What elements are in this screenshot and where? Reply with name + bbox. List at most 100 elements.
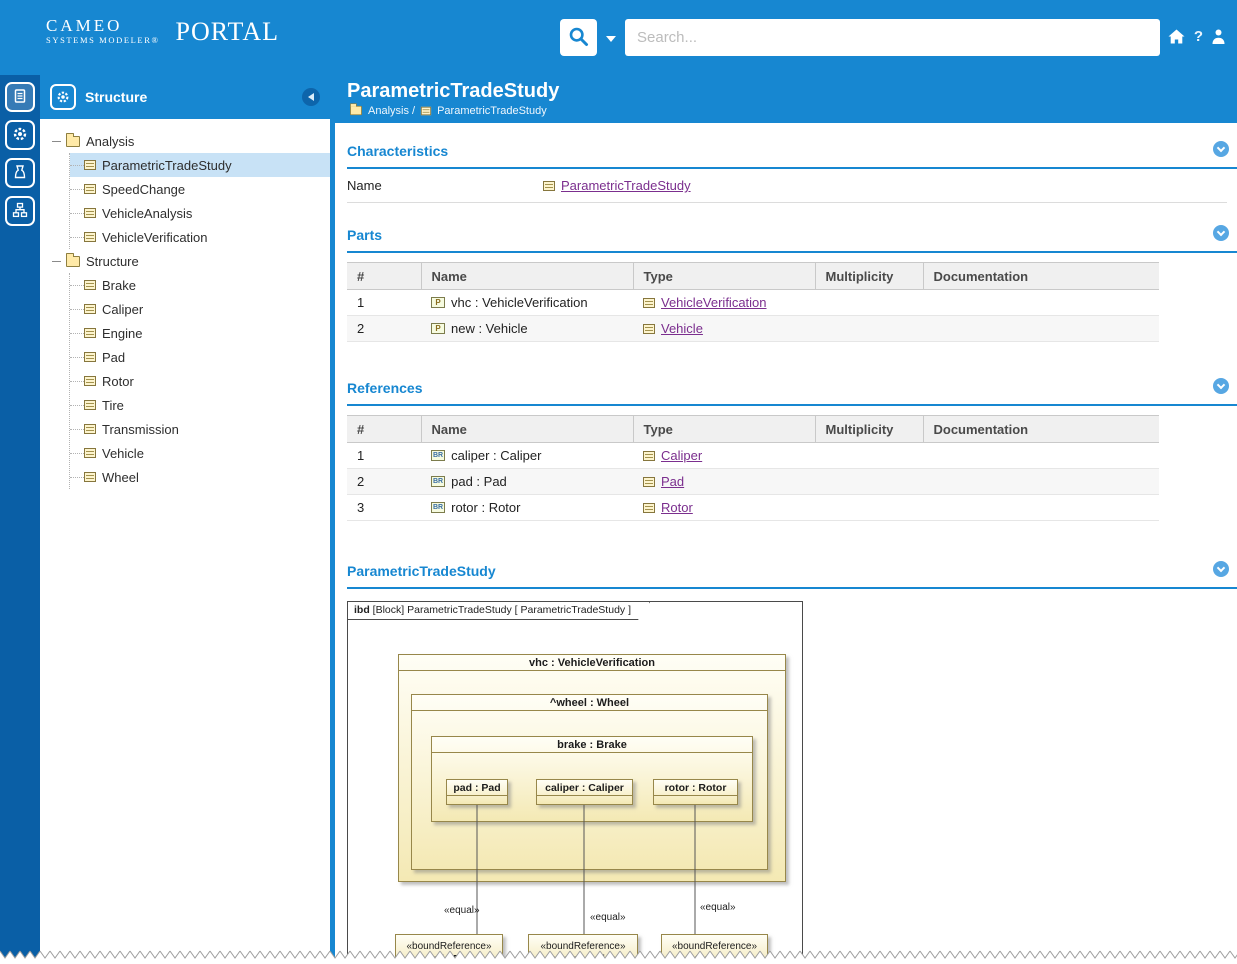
reference-name: pad : Pad bbox=[451, 474, 507, 489]
tree-item-analysis[interactable]: Analysis bbox=[52, 129, 330, 153]
tree-guide bbox=[70, 429, 84, 430]
diagram-frame-text: [Block] ParametricTradeStudy [ Parametri… bbox=[373, 604, 631, 616]
collapse-handle-icon[interactable] bbox=[52, 141, 64, 142]
tree-item-speedchange[interactable]: SpeedChange bbox=[70, 177, 330, 201]
element-link[interactable]: ParametricTradeStudy bbox=[561, 178, 691, 193]
tree-guide bbox=[70, 237, 84, 238]
block-icon bbox=[84, 208, 96, 218]
block-icon bbox=[84, 448, 96, 458]
block-icon bbox=[84, 184, 96, 194]
chevron-down-icon[interactable] bbox=[1213, 378, 1229, 394]
tree-guide bbox=[70, 309, 84, 310]
folder-icon bbox=[350, 106, 362, 115]
characteristic-label: Name bbox=[347, 178, 543, 193]
block-icon bbox=[421, 106, 431, 115]
part-label: rotor : Rotor bbox=[654, 780, 737, 796]
column-header-documentation: Documentation bbox=[923, 263, 1159, 290]
tree-item-tire[interactable]: Tire bbox=[70, 393, 330, 417]
multiplicity-cell bbox=[815, 316, 923, 342]
diagram-part-rotor[interactable]: rotor : Rotor bbox=[653, 779, 738, 805]
tree-item-label: Rotor bbox=[102, 374, 134, 389]
user-icon[interactable] bbox=[1212, 29, 1225, 44]
diagram-part-pad[interactable]: pad : Pad bbox=[446, 779, 508, 805]
chevron-down-icon[interactable] bbox=[1213, 561, 1229, 577]
type-link[interactable]: Caliper bbox=[661, 448, 702, 463]
documentation-cell bbox=[923, 290, 1159, 316]
sidebar-collapse-button[interactable] bbox=[302, 88, 320, 106]
tree-item-structure[interactable]: Structure bbox=[52, 249, 330, 273]
tree-item-rotor[interactable]: Rotor bbox=[70, 369, 330, 393]
help-icon[interactable]: ? bbox=[1194, 28, 1203, 45]
column-header-name: Name bbox=[421, 416, 633, 443]
tree-item-label: ParametricTradeStudy bbox=[102, 158, 232, 173]
search-icon bbox=[568, 26, 589, 50]
tree-item-parametrictradestudy[interactable]: ParametricTradeStudy bbox=[70, 153, 330, 177]
tree-guide bbox=[70, 165, 84, 166]
section-header-diagram: ParametricTradeStudy bbox=[347, 555, 1237, 589]
hierarchy-icon bbox=[12, 202, 28, 221]
section-title: References bbox=[347, 380, 423, 396]
tree-item-engine[interactable]: Engine bbox=[70, 321, 330, 345]
structure-sidebar: Structure Analysis ParametricTradeStudy bbox=[40, 75, 335, 964]
logo-line2: SYSTEMS MODELER® bbox=[46, 36, 160, 46]
section-header-characteristics: Characteristics bbox=[347, 135, 1237, 169]
document-view-button[interactable] bbox=[5, 82, 35, 112]
left-icon-strip bbox=[0, 75, 40, 964]
table-row: 1 Pvhc : VehicleVerification VehicleVeri… bbox=[347, 290, 1159, 316]
structure-view-button[interactable] bbox=[5, 196, 35, 226]
collapse-handle-icon[interactable] bbox=[52, 261, 64, 262]
model-tree: Analysis ParametricTradeStudy SpeedChang… bbox=[40, 119, 330, 964]
tree-item-wheel[interactable]: Wheel bbox=[70, 465, 330, 489]
home-icon[interactable] bbox=[1168, 29, 1185, 44]
tree-guide bbox=[70, 285, 84, 286]
body-row: Structure Analysis ParametricTradeStudy bbox=[0, 75, 1237, 964]
block-icon bbox=[643, 477, 655, 487]
block-icon bbox=[84, 280, 96, 290]
chevron-down-icon[interactable] bbox=[1213, 141, 1229, 157]
sidebar-header: Structure bbox=[40, 75, 330, 119]
logo-product: PORTAL bbox=[176, 19, 279, 45]
structure-gear-icon bbox=[50, 84, 76, 110]
type-link[interactable]: Vehicle bbox=[661, 321, 703, 336]
parts-table: # Name Type Multiplicity Documentation 1… bbox=[347, 262, 1159, 342]
part-label: ^wheel : Wheel bbox=[412, 695, 767, 711]
tree-item-pad[interactable]: Pad bbox=[70, 345, 330, 369]
row-num: 2 bbox=[347, 316, 421, 342]
multiplicity-cell bbox=[815, 495, 923, 521]
tree-item-label: Caliper bbox=[102, 302, 143, 317]
tree-item-label: VehicleAnalysis bbox=[102, 206, 192, 221]
search-options-caret-icon[interactable] bbox=[606, 36, 616, 47]
chevron-down-icon[interactable] bbox=[1213, 225, 1229, 241]
diagram-frame-label: ibd [Block] ParametricTradeStudy [ Param… bbox=[348, 602, 650, 620]
tree-item-vehicleverification[interactable]: VehicleVerification bbox=[70, 225, 330, 249]
documentation-cell bbox=[923, 316, 1159, 342]
settings-button[interactable] bbox=[5, 120, 35, 150]
search-button[interactable] bbox=[560, 19, 597, 56]
model-view-button[interactable] bbox=[5, 158, 35, 188]
tree-guide bbox=[70, 189, 84, 190]
block-icon bbox=[543, 181, 555, 191]
type-link[interactable]: VehicleVerification bbox=[661, 295, 767, 310]
chevron-left-icon bbox=[304, 93, 314, 101]
diagram-part-caliper[interactable]: caliper : Caliper bbox=[536, 779, 633, 805]
connector-label-equal: «equal» bbox=[444, 905, 480, 916]
page-header: ParametricTradeStudy Analysis / Parametr… bbox=[335, 75, 1237, 123]
tree-item-vehicle[interactable]: Vehicle bbox=[70, 441, 330, 465]
breadcrumb-parent[interactable]: Analysis / bbox=[368, 105, 415, 117]
search-input[interactable] bbox=[625, 19, 1160, 56]
tree-guide bbox=[70, 357, 84, 358]
column-header-multiplicity: Multiplicity bbox=[815, 263, 923, 290]
tree-item-brake[interactable]: Brake bbox=[70, 273, 330, 297]
part-label: vhc : VehicleVerification bbox=[399, 655, 785, 671]
reference-property-icon: BR bbox=[431, 476, 445, 487]
block-icon bbox=[84, 472, 96, 482]
tree-item-transmission[interactable]: Transmission bbox=[70, 417, 330, 441]
block-icon bbox=[643, 451, 655, 461]
multiplicity-cell bbox=[815, 469, 923, 495]
tree-item-vehicleanalysis[interactable]: VehicleAnalysis bbox=[70, 201, 330, 225]
tree-item-caliper[interactable]: Caliper bbox=[70, 297, 330, 321]
tree-item-label: Structure bbox=[86, 254, 139, 269]
type-link[interactable]: Rotor bbox=[661, 500, 693, 515]
block-icon bbox=[84, 328, 96, 338]
type-link[interactable]: Pad bbox=[661, 474, 684, 489]
